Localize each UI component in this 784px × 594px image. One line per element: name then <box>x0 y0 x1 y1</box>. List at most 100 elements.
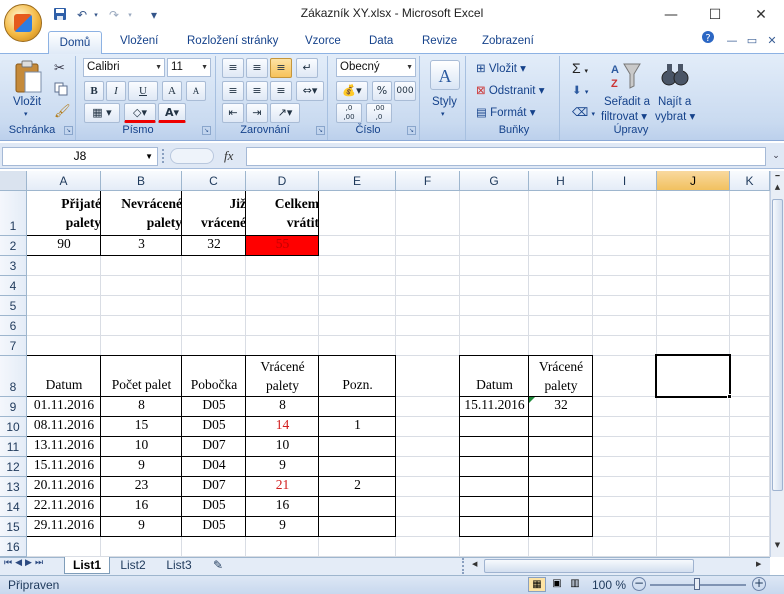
find-select-icon[interactable] <box>660 60 690 92</box>
formula-input[interactable] <box>246 147 766 166</box>
zoom-out-icon[interactable]: − <box>632 577 646 591</box>
number-launcher-icon[interactable]: ↘ <box>407 126 416 135</box>
workbook-close-icon[interactable]: ✕ <box>764 30 780 52</box>
column-header-b[interactable]: B <box>101 171 182 191</box>
summary-value-4[interactable]: 55 <box>246 236 319 256</box>
zoom-slider-thumb[interactable] <box>694 578 700 590</box>
log-header-date[interactable]: Datum <box>27 356 101 397</box>
column-header-e[interactable]: E <box>319 171 396 191</box>
italic-button[interactable]: I <box>106 81 126 101</box>
log-note[interactable] <box>319 457 396 477</box>
tab-formulas[interactable]: Vzorce <box>305 35 341 53</box>
log-note[interactable] <box>319 517 396 537</box>
autosum-button[interactable]: Σ ▾ <box>572 60 588 76</box>
log-note[interactable] <box>319 437 396 457</box>
fill-color-icon[interactable]: ◇▾ <box>124 103 156 123</box>
number-format-select[interactable]: Obecný ▼ <box>336 58 416 77</box>
underline-button[interactable]: U <box>128 81 158 101</box>
log-count[interactable]: 9 <box>101 457 182 477</box>
summary-header-1[interactable]: Přijaté palety <box>27 191 101 236</box>
horizontal-scroll-thumb[interactable] <box>484 559 694 573</box>
decrease-decimal-button[interactable]: ,00 ,0 <box>366 103 392 123</box>
row-header-3[interactable]: 3 <box>0 256 27 276</box>
align-right-icon[interactable]: ≡ <box>270 81 292 101</box>
summary-value-2[interactable]: 3 <box>101 236 182 256</box>
column-header-f[interactable]: F <box>396 171 460 191</box>
merge-center-icon[interactable]: ⇔▾ <box>296 81 324 101</box>
column-header-g[interactable]: G <box>460 171 529 191</box>
row-header-11[interactable]: 11 <box>0 437 27 457</box>
summary-value-1[interactable]: 90 <box>27 236 101 256</box>
borders-icon[interactable]: ▦ ▾ <box>84 103 120 123</box>
summary-value-3[interactable]: 32 <box>182 236 246 256</box>
insert-function-button[interactable]: fx <box>224 148 242 164</box>
workbook-restore-icon[interactable]: ▭ <box>744 30 760 52</box>
column-header-c[interactable]: C <box>182 171 246 191</box>
align-bottom-icon[interactable]: ≡ <box>270 58 292 78</box>
log-count[interactable]: 23 <box>101 477 182 497</box>
expand-formula-bar-icon[interactable]: ⌄ <box>770 148 782 165</box>
log-count[interactable]: 10 <box>101 437 182 457</box>
row-header-15[interactable]: 15 <box>0 517 27 537</box>
shrink-font-button[interactable]: A <box>186 81 206 101</box>
scroll-down-icon[interactable]: ▼ <box>772 541 783 555</box>
log-count[interactable]: 16 <box>101 497 182 517</box>
help-icon[interactable]: ? <box>700 30 716 52</box>
log-date[interactable]: 13.11.2016 <box>27 437 101 457</box>
splitter-handle[interactable] <box>162 149 166 163</box>
insert-cells-button[interactable]: ⊞ Vložit ▾ <box>476 61 526 75</box>
paste-icon[interactable] <box>12 60 44 94</box>
page-break-view-icon[interactable]: ▥ <box>566 577 584 592</box>
log-branch[interactable]: D05 <box>182 417 246 437</box>
returns-returned[interactable]: 32 <box>529 397 593 417</box>
log-header-count[interactable]: Počet palet <box>101 356 182 397</box>
row-header-4[interactable]: 4 <box>0 276 27 296</box>
orientation-icon[interactable]: ↗▾ <box>270 103 300 123</box>
office-button[interactable] <box>4 4 42 42</box>
log-note[interactable]: 2 <box>319 477 396 497</box>
font-name-select[interactable]: Calibri ▼ <box>83 58 165 77</box>
log-header-branch[interactable]: Pobočka <box>182 356 246 397</box>
worksheet-grid[interactable]: Přijaté palety Nevrácené palety Již vrácené Ce… <box>27 191 770 557</box>
log-date[interactable]: 29.11.2016 <box>27 517 101 537</box>
font-size-select[interactable]: 11 ▼ <box>167 58 211 77</box>
insert-sheet-icon[interactable]: ✎ <box>206 557 230 574</box>
sheet-nav-icons[interactable]: ⏮◀▶⏭ <box>4 558 46 568</box>
log-returned[interactable]: 9 <box>246 457 319 477</box>
sheet-tab-list1[interactable]: List1 <box>64 557 110 574</box>
sort-filter-label-1[interactable]: Seřadit a <box>604 96 650 108</box>
styles-dropdown[interactable]: ▾ <box>441 110 445 118</box>
log-count[interactable]: 15 <box>101 417 182 437</box>
log-count[interactable]: 9 <box>101 517 182 537</box>
sort-filter-button[interactable]: filtrovat ▾ <box>601 109 647 123</box>
scroll-right-icon[interactable]: ▶ <box>756 560 764 572</box>
column-header-i[interactable]: I <box>593 171 657 191</box>
clear-button[interactable]: ⌫ ▾ <box>572 105 595 119</box>
minimize-button[interactable]: — <box>648 0 694 30</box>
row-header-12[interactable]: 12 <box>0 457 27 477</box>
row-header-7[interactable]: 7 <box>0 336 27 356</box>
log-branch[interactable]: D05 <box>182 517 246 537</box>
sheet-tab-list2[interactable]: List2 <box>112 557 154 574</box>
log-date[interactable]: 20.11.2016 <box>27 477 101 497</box>
returns-header-date[interactable]: Datum <box>460 356 529 397</box>
paste-button[interactable]: Vložit <box>13 96 41 108</box>
log-date[interactable]: 22.11.2016 <box>27 497 101 517</box>
active-cell-j8[interactable] <box>655 354 731 398</box>
increase-indent-icon[interactable]: ⇥ <box>246 103 268 123</box>
summary-header-2[interactable]: Nevrácené palety <box>101 191 182 236</box>
column-header-k[interactable]: K <box>730 171 770 191</box>
returns-date[interactable]: 15.11.2016 <box>460 397 529 417</box>
name-box[interactable]: J8 ▼ <box>2 147 158 166</box>
align-middle-icon[interactable]: ≡ <box>246 58 268 78</box>
row-header-13[interactable]: 13 <box>0 477 27 497</box>
tab-home[interactable]: Domů <box>48 31 102 54</box>
wrap-text-icon[interactable]: ↵ <box>296 58 318 78</box>
split-box-icon[interactable]: ━ <box>772 172 783 180</box>
log-branch[interactable]: D07 <box>182 477 246 497</box>
maximize-button[interactable]: ☐ <box>692 0 738 30</box>
returns-header-returned[interactable]: Vrácené palety <box>529 356 593 397</box>
select-all-corner[interactable] <box>0 171 27 191</box>
log-date[interactable]: 15.11.2016 <box>27 457 101 477</box>
decrease-indent-icon[interactable]: ⇤ <box>222 103 244 123</box>
